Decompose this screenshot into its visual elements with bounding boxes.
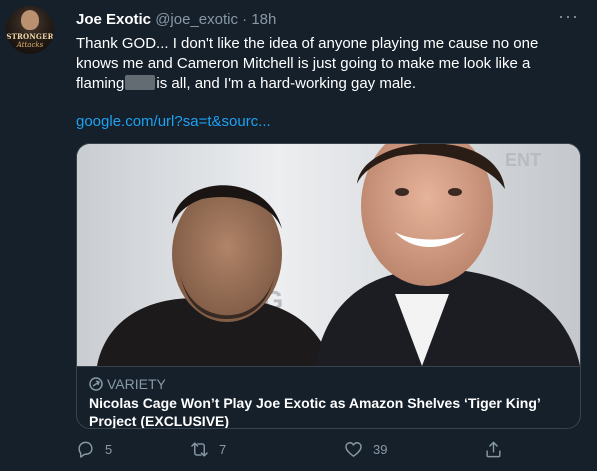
card-image[interactable]: ENT ING xyxy=(77,144,580,366)
avatar[interactable]: STRONGER Attacks xyxy=(6,6,54,54)
link-card[interactable]: ENT ING VARIETY xyxy=(76,143,581,429)
share-button[interactable] xyxy=(484,440,513,459)
tweet-actions: 5 7 39 xyxy=(76,440,516,462)
reply-count: 5 xyxy=(105,442,113,457)
reply-icon xyxy=(78,441,93,458)
reply-button[interactable]: 5 xyxy=(76,440,112,459)
retweet-count: 7 xyxy=(219,442,227,457)
user-handle[interactable]: @joe_exotic xyxy=(155,11,238,28)
link-icon xyxy=(89,377,103,391)
heart-icon xyxy=(345,442,362,457)
card-source: VARIETY xyxy=(89,375,568,393)
card-meta[interactable]: VARIETY Nicolas Cage Won’t Play Joe Exot… xyxy=(77,366,580,428)
separator-dot: · xyxy=(242,11,248,28)
like-button[interactable]: 39 xyxy=(344,440,387,459)
tweet[interactable]: STRONGER Attacks Joe Exotic @joe_exotic … xyxy=(0,0,597,471)
svg-text:ENT: ENT xyxy=(505,150,541,170)
card-title: Nicolas Cage Won’t Play Joe Exotic as Am… xyxy=(89,395,540,429)
avatar-text-line2: Attacks xyxy=(16,41,44,49)
tweet-text: Thank GOD... I don't like the idea of an… xyxy=(76,34,581,94)
tweet-header: Joe Exotic @joe_exotic · 18h xyxy=(76,10,276,30)
like-count: 39 xyxy=(373,442,388,457)
retweet-button[interactable]: 7 xyxy=(190,440,226,459)
card-photo: ENT ING xyxy=(77,144,580,366)
avatar-head xyxy=(21,10,39,30)
retweet-icon xyxy=(191,442,208,457)
timestamp[interactable]: 18h xyxy=(251,11,276,28)
share-icon xyxy=(486,441,501,458)
redaction-block xyxy=(125,75,156,90)
avatar-text-line1: STRONGER xyxy=(6,32,54,41)
display-name[interactable]: Joe Exotic xyxy=(76,11,151,28)
tweet-text-part2: is all, and I'm a hard-working gay male. xyxy=(156,75,417,92)
more-options-icon[interactable]: ··· xyxy=(558,6,579,27)
tweet-link[interactable]: google.com/url?sa=t&sourc... xyxy=(76,112,271,132)
card-source-label: VARIETY xyxy=(107,376,166,392)
